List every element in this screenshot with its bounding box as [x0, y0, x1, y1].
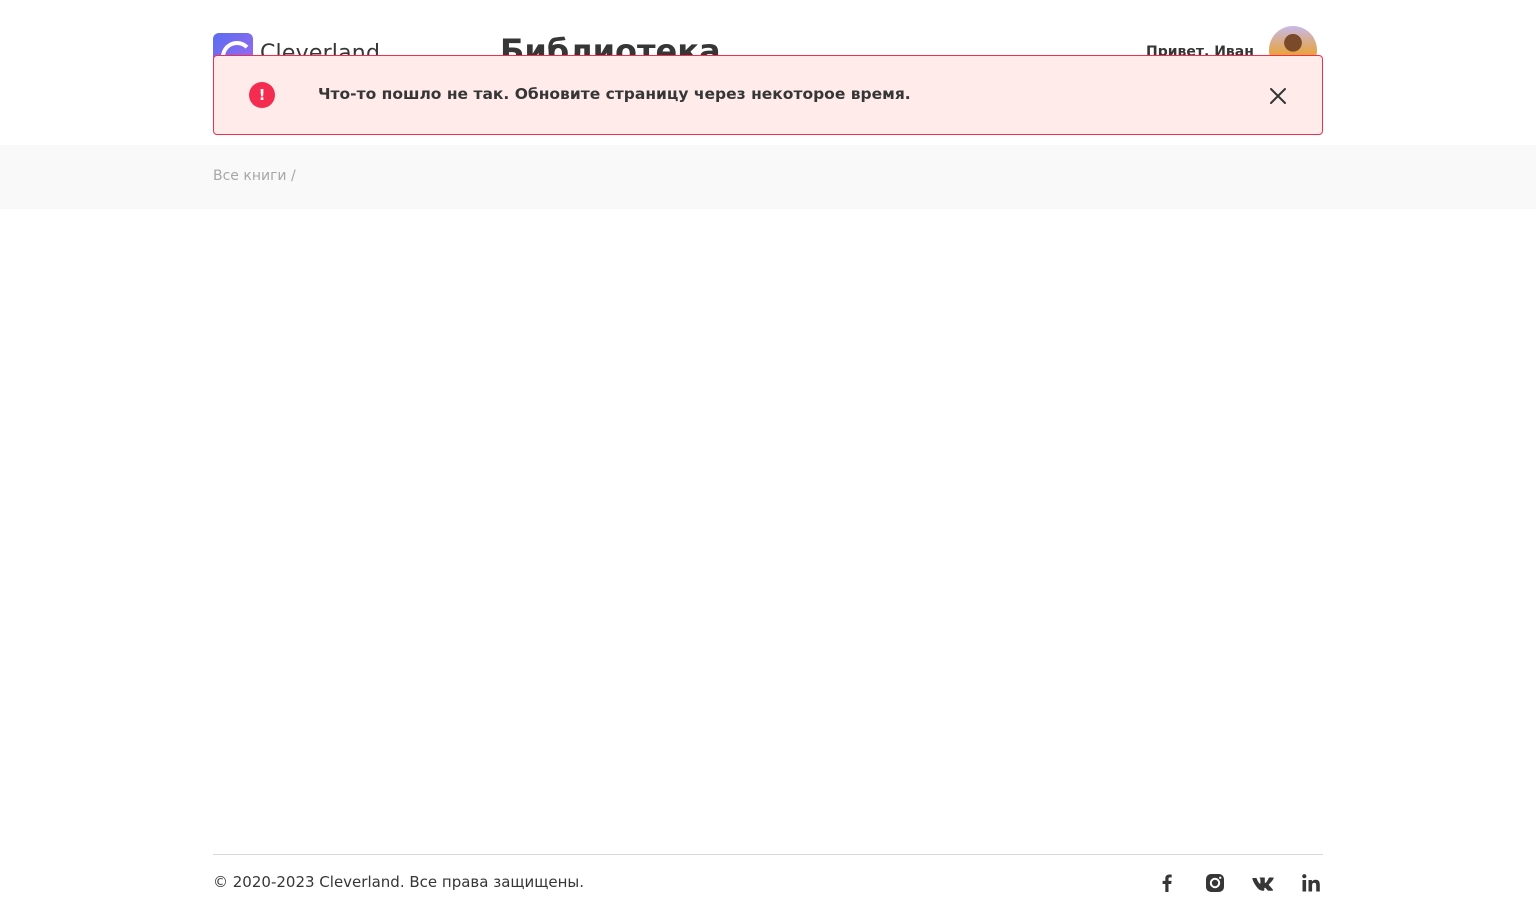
- error-message: Что-то пошло не так. Обновите страницу ч…: [318, 85, 911, 103]
- breadcrumb-bar: Все книги /: [0, 145, 1536, 209]
- close-icon[interactable]: [1266, 84, 1290, 108]
- footer-divider: [213, 854, 1323, 855]
- social-links: [1155, 871, 1323, 895]
- instagram-icon[interactable]: [1203, 871, 1227, 895]
- copyright: © 2020-2023 Cleverland. Все права защище…: [213, 873, 585, 891]
- error-icon: !: [249, 82, 275, 108]
- vk-icon[interactable]: [1251, 871, 1275, 895]
- breadcrumb[interactable]: Все книги /: [213, 168, 296, 184]
- error-toast: ! Что-то пошло не так. Обновите страницу…: [213, 55, 1323, 135]
- linkedin-icon[interactable]: [1299, 871, 1323, 895]
- facebook-icon[interactable]: [1155, 871, 1179, 895]
